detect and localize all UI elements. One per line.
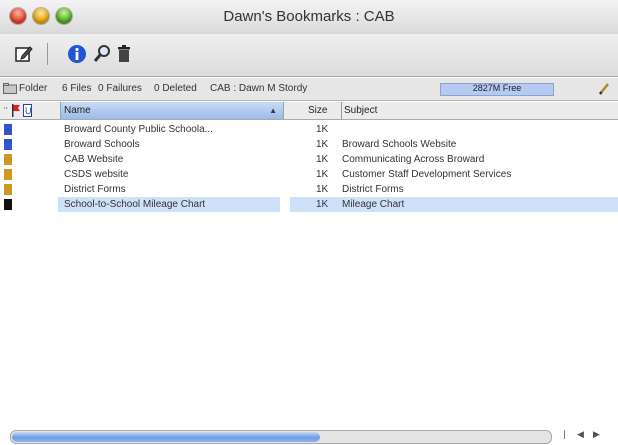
search-icon [93, 45, 110, 62]
subject-column-header[interactable]: Subject [341, 102, 377, 119]
list-item-selected[interactable]: School-to-School Mileage Chart 1K Mileag… [0, 197, 618, 212]
file-icon [4, 199, 12, 210]
item-name: Broward County Public Schoola... [64, 124, 213, 135]
title-bar: Dawn's Bookmarks : CAB [0, 0, 618, 35]
compose-button[interactable] [12, 42, 36, 66]
scrollbar-thumb[interactable] [12, 432, 320, 442]
column-header: ¨ U Name ▲ Size Subject [0, 102, 618, 120]
compose-icon [15, 46, 33, 62]
sort-ascending-icon: ▲ [269, 106, 277, 115]
item-size: 1K [316, 199, 329, 210]
account-label: CAB : Dawn M Stordy [210, 83, 308, 94]
folder-icon [3, 83, 17, 94]
disk-space-bar: 2827M Free [440, 83, 554, 96]
list-item[interactable]: CAB Website 1K Communicating Across Brow… [0, 152, 618, 167]
scroll-left-arrow-icon[interactable]: ◀ [577, 430, 584, 440]
name-column-label: Name [64, 105, 91, 116]
scroll-arrows: | ◀ ▶ [563, 430, 615, 442]
item-name: Broward Schools [64, 139, 140, 150]
item-name: District Forms [64, 184, 126, 195]
item-size: 1K [316, 184, 329, 195]
svg-text:¨: ¨ [4, 106, 8, 116]
failure-count: 0 Failures [98, 83, 142, 94]
item-subject: Communicating Across Broward [342, 154, 485, 165]
pencil-icon[interactable] [598, 82, 610, 95]
info-button[interactable] [65, 42, 89, 66]
scroll-right-arrow-icon[interactable]: ▶ [593, 430, 600, 440]
mailbox-status-bar: Folder 6 Files 0 Failures 0 Deleted CAB … [0, 78, 618, 101]
item-subject: District Forms [342, 184, 404, 195]
item-name: CSDS website [64, 169, 129, 180]
deleted-count: 0 Deleted [154, 83, 197, 94]
trash-icon [118, 45, 130, 62]
item-size: 1K [316, 169, 329, 180]
file-count: 6 Files [62, 83, 92, 94]
file-icon [4, 154, 12, 165]
file-icon [4, 124, 12, 135]
toolbar [0, 34, 618, 77]
list-item[interactable]: Broward Schools 1K Broward Schools Websi… [0, 137, 618, 152]
item-name: CAB Website [64, 154, 124, 165]
folder-label: Folder [19, 83, 48, 94]
svg-text:U: U [25, 106, 32, 116]
item-name: School-to-School Mileage Chart [64, 199, 206, 210]
file-icon [4, 184, 12, 195]
item-size: 1K [316, 139, 329, 150]
find-button[interactable] [90, 42, 114, 66]
info-icon [68, 45, 86, 63]
item-subject: Customer Staff Development Services [342, 169, 512, 180]
list-item[interactable]: CSDS website 1K Customer Staff Developme… [0, 167, 618, 182]
file-icon [4, 139, 12, 150]
list-item[interactable]: Broward County Public Schoola... 1K [0, 122, 618, 137]
item-subject: Mileage Chart [342, 199, 405, 210]
flag-column-icon[interactable] [11, 104, 21, 117]
size-column-header[interactable]: Size [308, 102, 340, 119]
item-size: 1K [316, 154, 329, 165]
attachment-column-icon[interactable]: U [23, 104, 32, 117]
toolbar-separator [47, 43, 48, 65]
item-subject: Broward Schools Website [342, 139, 457, 150]
scroll-divider: | [563, 430, 567, 440]
list-item[interactable]: District Forms 1K District Forms [0, 182, 618, 197]
free-space: 2827M Free [472, 83, 522, 93]
file-icon [4, 169, 12, 180]
delete-button[interactable] [112, 42, 136, 66]
name-column-header[interactable]: Name ▲ [60, 102, 284, 119]
item-size: 1K [316, 124, 329, 135]
window-title: Dawn's Bookmarks : CAB [223, 8, 395, 25]
horizontal-scrollbar[interactable] [10, 430, 552, 444]
